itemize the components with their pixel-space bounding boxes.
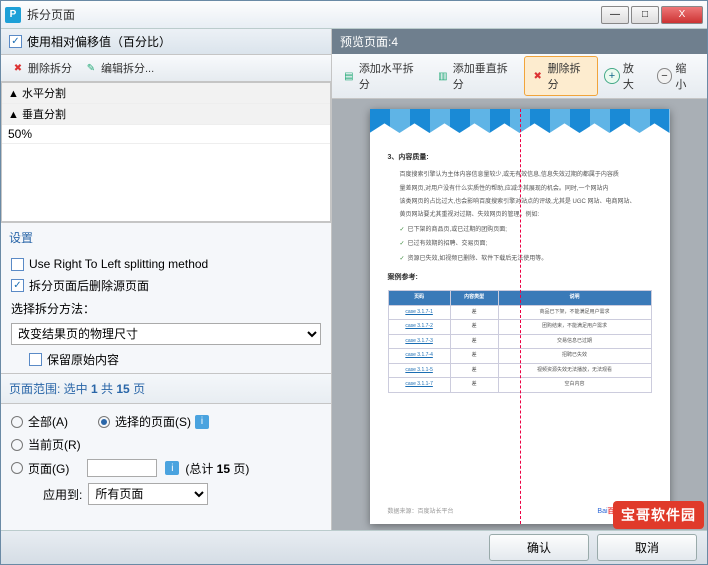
info-icon[interactable]: i [195,415,209,429]
vertical-split-value[interactable]: 50% [2,125,330,144]
delete-split-button-2[interactable]: ✖ 删除拆分 [524,56,598,96]
vertical-split-line[interactable] [520,109,521,524]
page-range-header: 页面范围: 选中 1 共 15 页 [1,373,331,404]
minimize-button[interactable]: — [601,6,629,24]
doc-list-item: ✓资源已失效,如视频已删除、软件下载后无法使用等。 [400,254,652,265]
range-all-row[interactable]: 全部(A) [11,410,68,433]
window-controls: — □ X [599,6,703,24]
method-label: 选择拆分方法： [11,300,95,317]
add-vertical-split-button[interactable]: ▥ 添加垂直拆分 [430,56,524,96]
right-panel: 预览页面: 4 ▤ 添加水平拆分 ▥ 添加垂直拆分 ✖ 删除拆分 + 放大 [331,29,707,530]
edit-icon: ✎ [84,61,98,75]
doc-list-item: ✓已下架的商品页,或已过期的团购页面; [400,225,652,236]
cancel-button[interactable]: 取消 [597,534,697,561]
page-range-input[interactable] [87,459,157,477]
vertical-split-header[interactable]: ▲ 垂直分割 [2,104,330,125]
delete-source-checkbox[interactable]: ✓ [11,279,24,292]
method-label-row: 选择拆分方法： [11,297,321,320]
doc-foot-left: 数据来源：百度站长平台 [388,506,454,516]
splits-toolbar: ✖ 删除拆分 ✎ 编辑拆分... [1,55,331,82]
add-horizontal-split-button[interactable]: ▤ 添加水平拆分 [336,56,430,96]
preview-header: 预览页面: 4 [332,29,707,54]
apply-to-row: 应用到: 所有页面 [11,480,321,508]
offset-checkbox[interactable]: ✓ [9,35,22,48]
main-content: ✓ 使用相对偏移值（百分比） ✖ 删除拆分 ✎ 编辑拆分... ▲ 水平分割 ▲… [1,29,707,530]
delete-icon-2: ✖ [531,69,545,83]
offset-checkbox-row[interactable]: ✓ 使用相对偏移值（百分比） [1,29,331,55]
edit-split-button[interactable]: ✎ 编辑拆分... [78,57,160,79]
app-window: P 拆分页面 — □ X ✓ 使用相对偏移值（百分比） ✖ 删除拆分 ✎ 编辑拆… [0,0,708,565]
page-range-body: 全部(A) 选择的页面(S) i 当前页(R) 页面(G) i [1,404,331,512]
range-all-radio[interactable] [11,416,23,428]
method-select[interactable]: 改变结果页的物理尺寸 [11,323,321,345]
rtl-row[interactable]: Use Right To Left splitting method [11,254,321,274]
range-pages-label: 页面(G) [28,460,69,477]
maximize-button[interactable]: □ [631,6,659,24]
range-pages-row[interactable]: 页面(G) i (总计 15 页) [11,456,321,480]
apply-to-label: 应用到: [43,486,82,503]
keep-original-label: 保留原始内容 [47,351,119,368]
preview-toolbar: ▤ 添加水平拆分 ▥ 添加垂直拆分 ✖ 删除拆分 + 放大 − 缩小 [332,54,707,99]
delete-split-label: 删除拆分 [28,60,72,76]
rtl-label: Use Right To Left splitting method [29,257,208,271]
delete-split-button[interactable]: ✖ 删除拆分 [5,57,78,79]
delete-source-label: 拆分页面后删除源页面 [29,277,149,294]
dialog-footer: 确认 取消 [1,530,707,564]
left-panel: ✓ 使用相对偏移值（百分比） ✖ 删除拆分 ✎ 编辑拆分... ▲ 水平分割 ▲… [1,29,331,530]
preview-page[interactable]: 3、内容质量: 百度搜索引擎认为主体内容信息量较少,或无有效信息,信息失效过期的… [370,109,670,524]
add-vertical-icon: ▥ [436,69,450,83]
preview-area[interactable]: 3、内容质量: 百度搜索引擎认为主体内容信息量较少,或无有效信息,信息失效过期的… [332,99,707,530]
doc-footer: 数据来源：百度站长平台 Bai百度 站长平台 [388,506,652,516]
ok-button[interactable]: 确认 [489,534,589,561]
settings-header: 设置 [1,222,331,252]
keep-original-row[interactable]: 保留原始内容 [11,348,321,371]
info-icon-2[interactable]: i [165,461,179,475]
range-current-label: 当前页(R) [28,436,81,453]
window-title: 拆分页面 [27,6,75,23]
apply-to-select[interactable]: 所有页面 [88,483,208,505]
range-selected-label: 选择的页面(S) [115,413,191,430]
zoom-in-icon: + [604,68,620,84]
titlebar[interactable]: P 拆分页面 — □ X [1,1,707,29]
range-selected-radio[interactable] [98,416,110,428]
range-all-label: 全部(A) [28,413,68,430]
rtl-checkbox[interactable] [11,258,24,271]
delete-icon: ✖ [11,61,25,75]
zoom-in-button[interactable]: + 放大 [598,56,650,96]
add-horizontal-icon: ▤ [342,69,356,83]
delete-source-row[interactable]: ✓ 拆分页面后删除源页面 [11,274,321,297]
method-select-row: 改变结果页的物理尺寸 [11,320,321,348]
total-pages-text: (总计 15 页) [185,460,249,477]
range-current-radio[interactable] [11,439,23,451]
range-current-row[interactable]: 当前页(R) [11,433,321,456]
app-icon: P [5,7,21,23]
keep-original-checkbox[interactable] [29,353,42,366]
offset-checkbox-label: 使用相对偏移值（百分比） [27,33,171,50]
watermark: 宝哥软件园 [613,501,704,529]
splits-list[interactable]: ▲ 水平分割 ▲ 垂直分割 50% [1,82,331,222]
edit-split-label: 编辑拆分... [101,60,154,76]
zoom-out-button[interactable]: − 缩小 [651,56,703,96]
range-pages-radio[interactable] [11,462,23,474]
range-selected-row[interactable]: 选择的页面(S) i [98,410,209,433]
doc-list-item: ✓已过有效期的招聘、交易页面; [400,239,652,250]
settings-body: Use Right To Left splitting method ✓ 拆分页… [1,252,331,373]
close-button[interactable]: X [661,6,703,24]
zoom-out-icon: − [657,68,673,84]
horizontal-split-header[interactable]: ▲ 水平分割 [2,83,330,104]
